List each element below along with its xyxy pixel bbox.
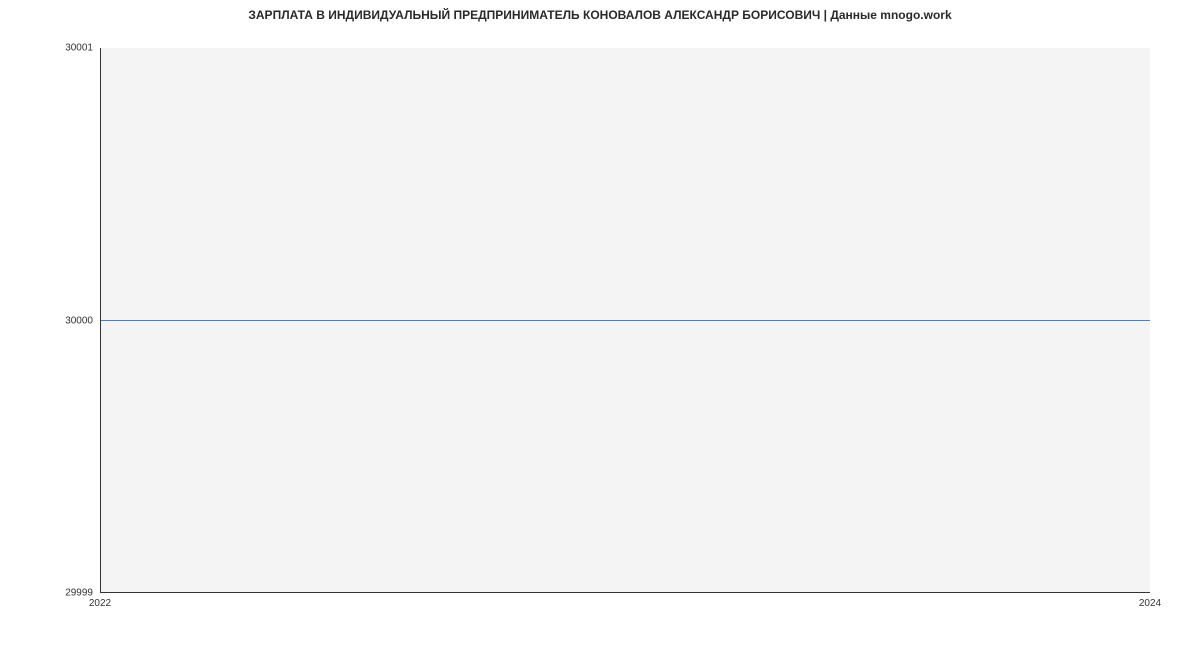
x-tick-label: 2022: [89, 598, 111, 609]
data-line: [101, 320, 1150, 321]
y-tick-label: 30000: [65, 315, 93, 326]
x-tick-label: 2024: [1139, 598, 1161, 609]
y-tick-label: 30001: [65, 43, 93, 54]
chart-container: [100, 48, 1150, 593]
y-tick-label: 29999: [65, 588, 93, 599]
chart-title: ЗАРПЛАТА В ИНДИВИДУАЛЬНЫЙ ПРЕДПРИНИМАТЕЛ…: [0, 0, 1200, 26]
plot-area: [100, 48, 1150, 593]
